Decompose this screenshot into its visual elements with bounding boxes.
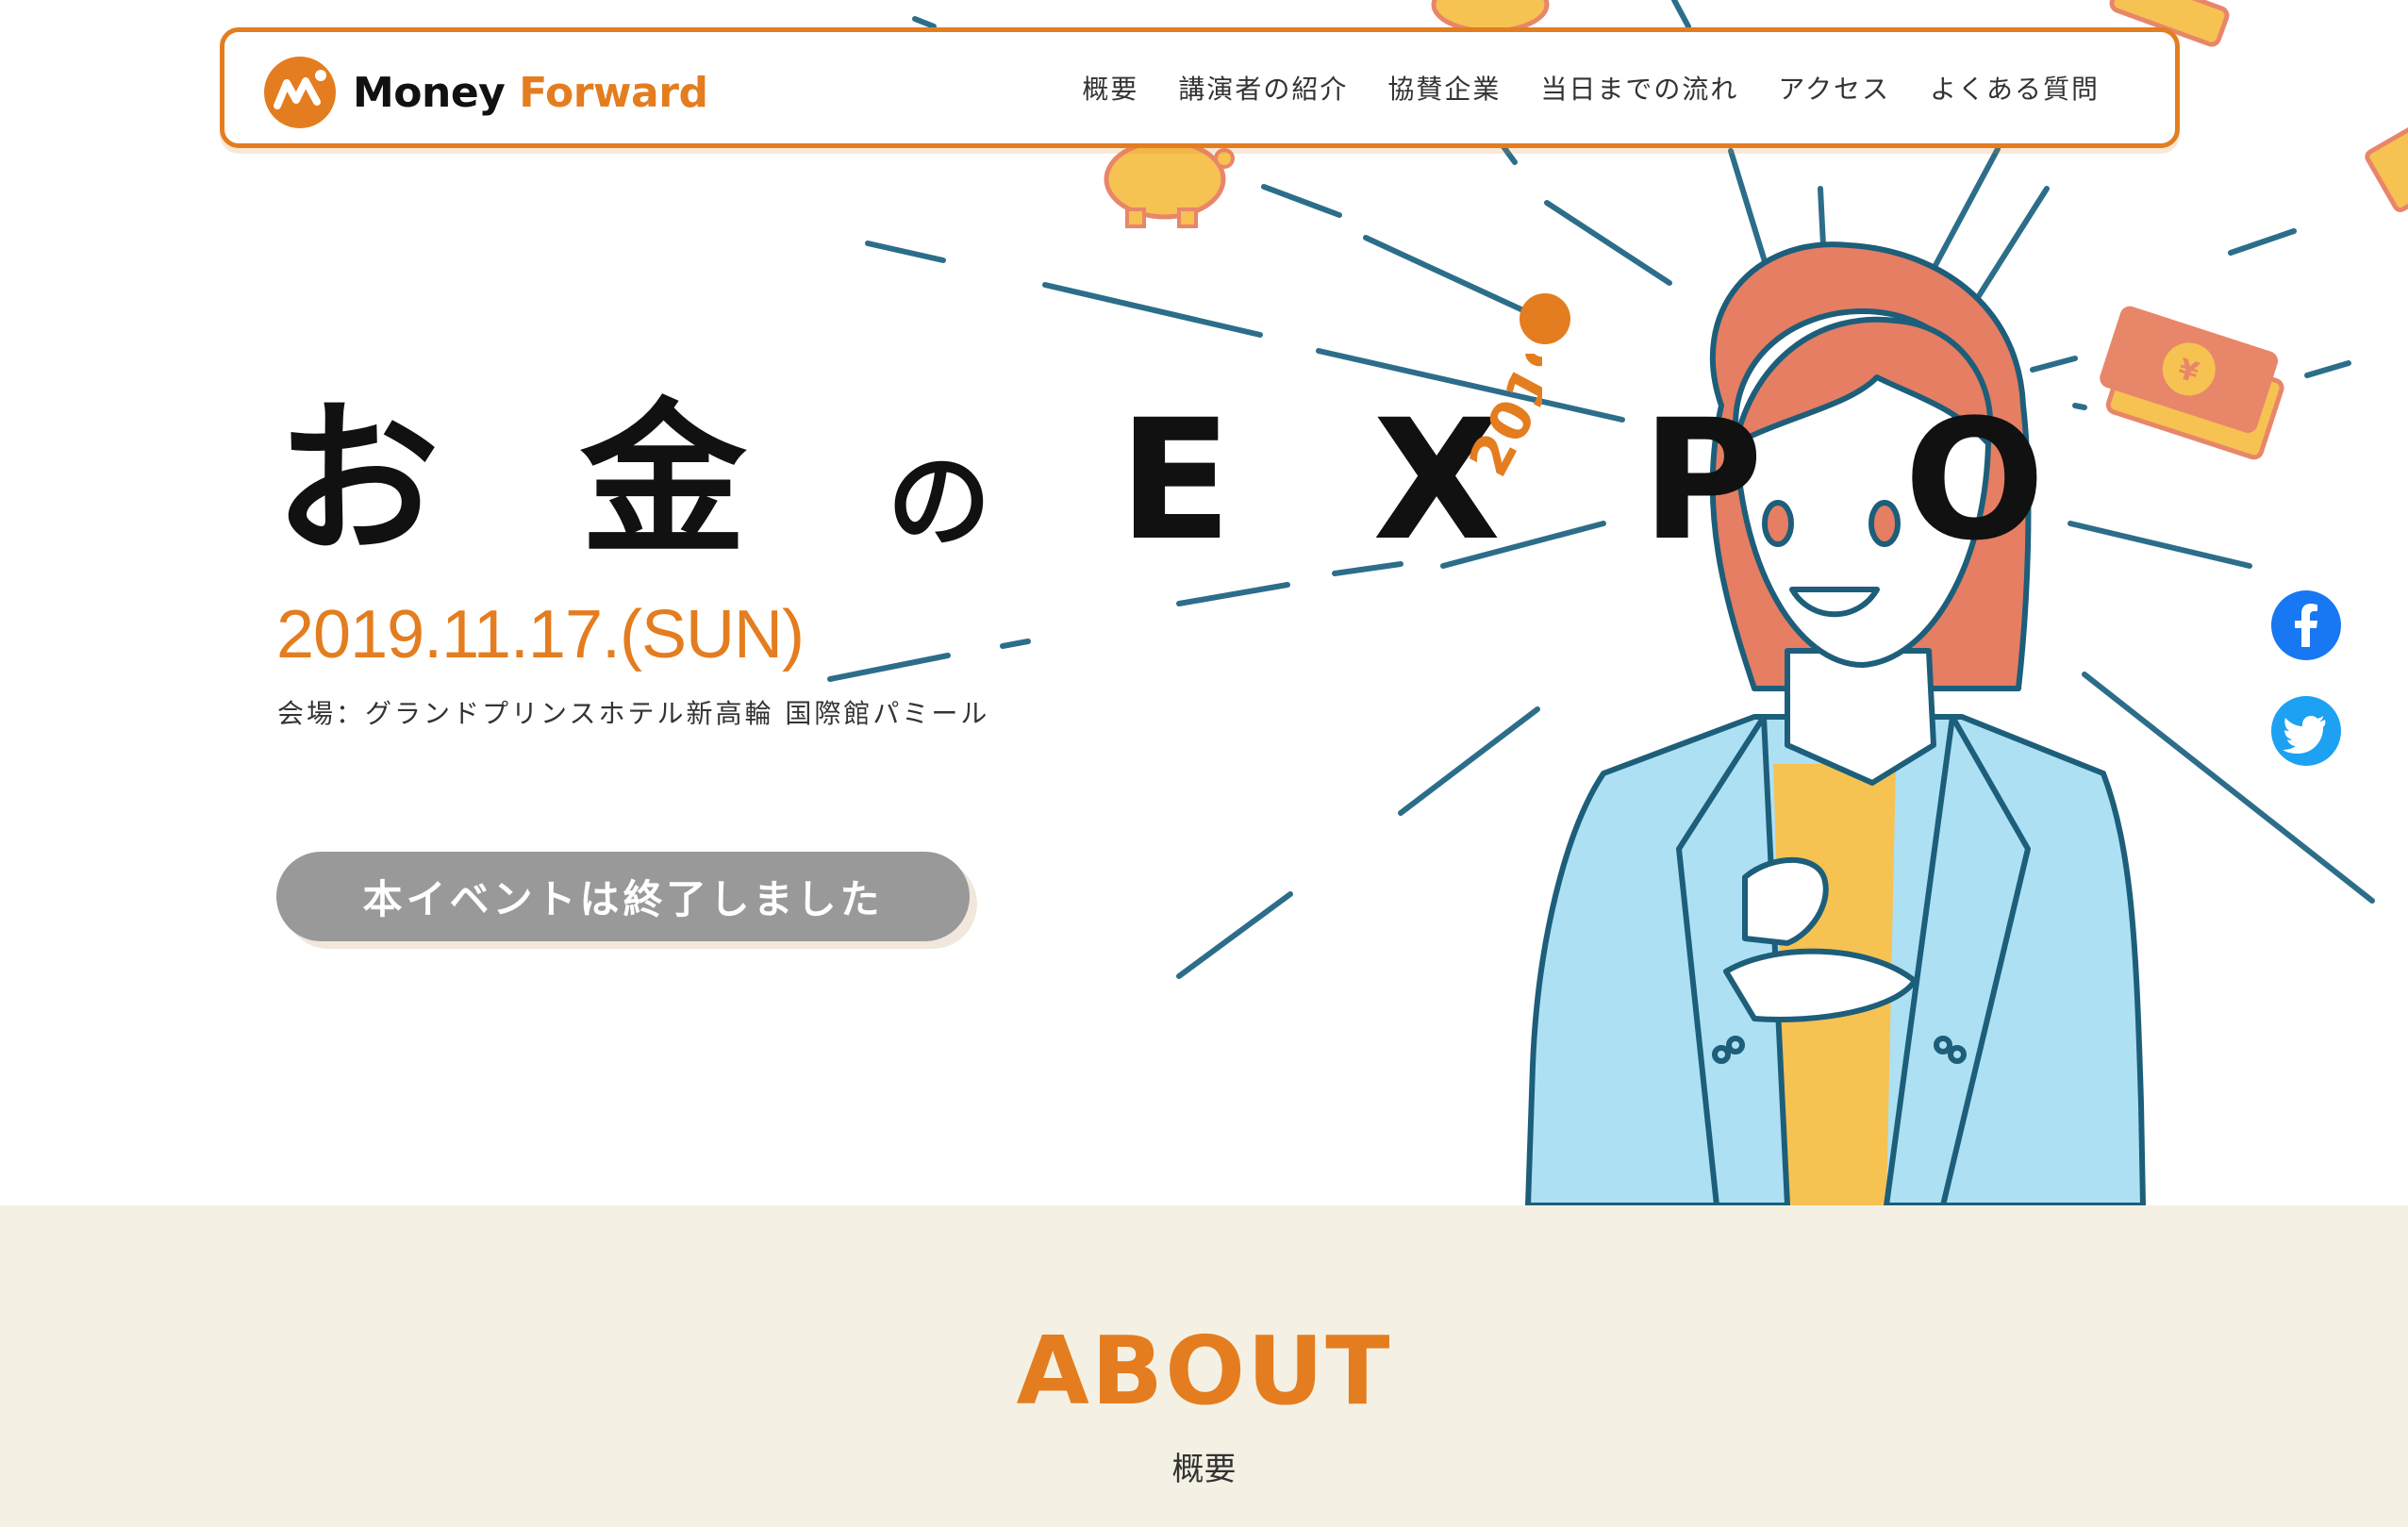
facebook-icon bbox=[2295, 604, 2317, 647]
title-part-expo: E X P O bbox=[1118, 384, 2087, 577]
nav-overview[interactable]: 概要 bbox=[1082, 69, 1138, 107]
yen-bills-icon: ¥ bbox=[2100, 306, 2284, 460]
logo-word-money: Money bbox=[353, 68, 506, 117]
nav-sponsors[interactable]: 協賛企業 bbox=[1387, 69, 1501, 107]
nav-speakers[interactable]: 講演者の紹介 bbox=[1178, 69, 1348, 107]
about-subheading: 概要 bbox=[1171, 1451, 1237, 1488]
about-heading: ABOUT bbox=[1016, 1316, 1392, 1426]
title-part-no: の bbox=[887, 441, 1020, 562]
event-ended-button[interactable]: 本イベントは終了しました bbox=[276, 852, 970, 941]
title-part-money: お 金 bbox=[274, 384, 789, 577]
site-header: Money Forward 概要 講演者の紹介 協賛企業 当日までの流れ アクセ… bbox=[220, 27, 2180, 148]
nav-flow[interactable]: 当日までの流れ bbox=[1540, 69, 1738, 107]
twitter-share-button[interactable] bbox=[2271, 696, 2341, 766]
logo-wordmark: Money Forward bbox=[353, 68, 708, 117]
money-forward-logo-icon bbox=[264, 57, 336, 128]
event-date: 2019.11.17.(SUN) bbox=[276, 597, 805, 672]
event-venue: 会場：グランドプリンスホテル新高輪 国際館パミール bbox=[277, 698, 990, 729]
logo-word-forward: Forward bbox=[519, 68, 708, 117]
event-title: お 金 の E X P O bbox=[274, 396, 2086, 566]
year-badge-text: 2019 bbox=[1456, 354, 1542, 486]
hero-section: ¥ お 金 の E X P O 2019 2019.11.17.(SUN) 会場… bbox=[0, 0, 2408, 1205]
facebook-share-button[interactable] bbox=[2271, 590, 2341, 660]
money-forward-logo[interactable]: Money Forward bbox=[262, 53, 708, 132]
nav-access[interactable]: アクセス bbox=[1778, 69, 1890, 107]
piggy-bank-icon bbox=[1104, 139, 1235, 228]
accent-dot bbox=[1520, 293, 1570, 344]
nav-faq[interactable]: よくある質問 bbox=[1930, 69, 2100, 107]
main-nav: 概要 講演者の紹介 協賛企業 当日までの流れ アクセス よくある質問 bbox=[1082, 32, 2100, 143]
year-badge: 2019 bbox=[1456, 354, 1542, 486]
twitter-icon bbox=[2283, 716, 2326, 754]
